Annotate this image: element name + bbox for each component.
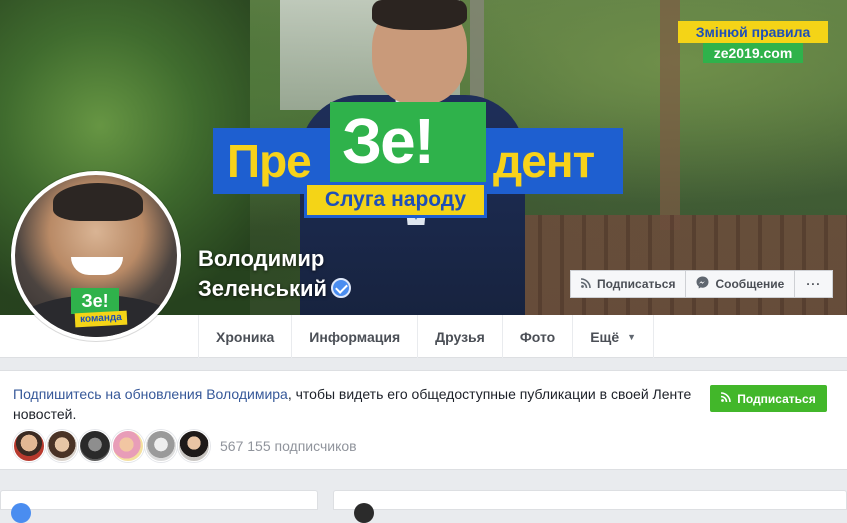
- tab-photos[interactable]: Фото: [503, 315, 574, 358]
- follower-avatar[interactable]: [112, 430, 144, 462]
- tab-about[interactable]: Информация: [292, 315, 419, 358]
- message-button-label: Сообщение: [715, 277, 785, 291]
- poster-subtitle: Слуга народу: [304, 182, 487, 218]
- avatar-smile: [71, 257, 123, 275]
- verified-badge-icon: [331, 278, 352, 298]
- tab-label: Информация: [309, 328, 401, 345]
- cover-fence: [520, 215, 847, 315]
- profile-name[interactable]: Володимир Зеленський: [198, 244, 352, 304]
- follow-message: Подпишитесь на обновления Володимира, чт…: [13, 384, 703, 424]
- website-badge: ze2019.com: [703, 43, 803, 63]
- follow-button[interactable]: Подписаться: [570, 270, 687, 298]
- avatar-badge-main: Зе!: [71, 288, 119, 314]
- composer-avatar: [354, 503, 374, 523]
- slogan-badge: Змінюй правила: [678, 21, 828, 43]
- follow-button-label: Подписаться: [597, 277, 676, 291]
- left-column-card: [0, 490, 318, 523]
- avatar-badge: Зе! команда: [71, 288, 128, 328]
- avatar-hair: [53, 183, 143, 221]
- follow-card: Подпишитесь на обновления Володимира, чт…: [0, 370, 847, 470]
- followers-count: 567 155 подписчиков: [220, 438, 357, 454]
- poster-right-text: дент: [493, 135, 595, 187]
- tab-label: Ещё: [590, 328, 620, 345]
- profile-name-first: Володимир: [198, 246, 325, 271]
- rss-icon: [721, 392, 732, 405]
- profile-name-last: Зеленський: [198, 276, 328, 301]
- composer-card: [333, 490, 847, 523]
- poster-ze-text: Зе!: [342, 105, 435, 177]
- follow-card-button-label: Подписаться: [737, 391, 816, 406]
- tab-label: Фото: [519, 328, 556, 345]
- website-text: ze2019.com: [713, 45, 793, 61]
- cover-tree-trunk: [660, 0, 680, 230]
- tab-timeline[interactable]: Хроника: [198, 315, 293, 358]
- card-icon: [11, 503, 31, 523]
- follower-avatar[interactable]: [178, 430, 210, 462]
- tab-friends[interactable]: Друзья: [418, 315, 503, 358]
- more-options-button[interactable]: ···: [795, 270, 834, 298]
- follow-card-button[interactable]: Подписаться: [710, 385, 827, 412]
- follower-avatar[interactable]: [145, 430, 177, 462]
- more-dots-icon: ···: [806, 277, 822, 291]
- poster-ze-logo: Зе!: [330, 102, 486, 186]
- profile-picture[interactable]: Зе! команда: [11, 171, 181, 341]
- follower-avatar[interactable]: [79, 430, 111, 462]
- caret-down-icon: ▼: [627, 331, 637, 342]
- message-button[interactable]: Сообщение: [686, 270, 796, 298]
- tab-more[interactable]: Ещё ▼: [573, 315, 655, 358]
- avatar: Зе! команда: [15, 175, 177, 337]
- tab-label: Хроника: [216, 328, 275, 345]
- follow-updates-link[interactable]: Подпишитесь на обновления Володимира: [13, 386, 288, 402]
- follower-avatar[interactable]: [13, 430, 45, 462]
- avatar-badge-sub: команда: [74, 310, 128, 328]
- messenger-icon: [696, 276, 709, 292]
- poster-subtitle-text: Слуга народу: [324, 188, 467, 211]
- slogan-text: Змінюй правила: [695, 24, 811, 40]
- person-hair: [372, 0, 467, 30]
- follower-avatar[interactable]: [46, 430, 78, 462]
- poster-left-text: Пре: [227, 135, 312, 187]
- profile-actions: Подписаться Сообщение ···: [570, 270, 834, 298]
- tab-label: Друзья: [435, 328, 485, 345]
- follower-avatars: [13, 430, 211, 462]
- rss-icon: [580, 277, 591, 291]
